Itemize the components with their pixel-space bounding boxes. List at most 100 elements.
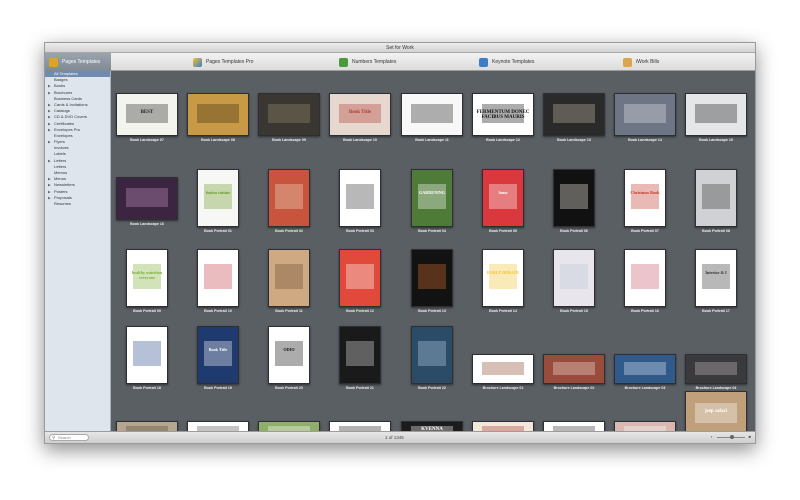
thumbnail-label: Brochure Landscape 03 (624, 386, 666, 390)
tab-numbers-templates[interactable]: Numbers Templates (339, 53, 396, 71)
template-thumbnail[interactable]: jeep safari (685, 391, 747, 433)
thumbnail-accent (482, 362, 524, 375)
thumbnail-preview (269, 250, 309, 306)
zoom-out-icon[interactable]: ▪ (711, 434, 712, 439)
template-thumbnail[interactable] (553, 249, 595, 307)
thumbnail-label: Book Portrait 05 (489, 229, 517, 233)
template-thumbnail[interactable] (268, 169, 310, 227)
thumbnail-preview: Christmas Book (625, 170, 665, 226)
app-window: Set for Work Pages Templates Pages Templ… (44, 42, 756, 444)
template-thumbnail[interactable] (268, 249, 310, 307)
template-thumbnail[interactable] (197, 249, 239, 307)
template-thumbnail[interactable] (401, 93, 463, 136)
search-icon: ⚲ (52, 435, 56, 440)
template-thumbnail[interactable]: EARLY DEBATE (482, 249, 524, 307)
thumbnail-label: Book Portrait 13 (418, 309, 446, 313)
template-thumbnail[interactable] (472, 354, 534, 384)
cover-text: ODIO (283, 347, 295, 353)
template-thumbnail[interactable] (339, 326, 381, 384)
template-thumbnail[interactable]: BEST (116, 93, 178, 136)
template-thumbnail[interactable]: GARDENING (411, 169, 453, 227)
thumbnail-preview (554, 170, 594, 226)
thumbnail-accent (624, 362, 666, 375)
zoom-slider[interactable]: ▪ ■ (711, 434, 751, 440)
thumbnail-label: Book Portrait 22 (418, 386, 446, 390)
template-thumbnail[interactable] (614, 354, 676, 384)
thumbnail-preview (544, 355, 604, 383)
thumbnail-accent (133, 341, 161, 367)
thumbnail-accent (411, 104, 453, 123)
thumbnail-preview (473, 355, 533, 383)
template-thumbnail[interactable] (116, 177, 178, 220)
template-thumbnail[interactable] (614, 93, 676, 136)
template-thumbnail[interactable] (339, 249, 381, 307)
cover-text: BEST (140, 109, 154, 115)
cover-text: healthy nutrition everyone (131, 270, 163, 280)
template-thumbnail[interactable] (543, 354, 605, 384)
sidebar-item-label: Labels (54, 151, 66, 157)
sidebar-item[interactable]: Resumes (45, 201, 110, 207)
cover-text: Interior & I (705, 270, 727, 276)
thumbnail-accent (275, 341, 303, 367)
thumbnail-label: Book Landscape 13 (557, 138, 591, 142)
template-thumbnail[interactable]: FERMENTUM DONEC FACIBUS MAURIS (472, 93, 534, 136)
sidebar-item-label: Resumes (54, 200, 71, 206)
template-thumbnail[interactable]: Interior & I (695, 249, 737, 307)
template-thumbnail[interactable] (553, 169, 595, 227)
template-thumbnail[interactable] (126, 326, 168, 384)
cover-text: Christmas Book (630, 190, 660, 196)
tab-pages-templates[interactable]: Pages Templates (45, 53, 111, 71)
thumbnail-accent (346, 264, 374, 290)
template-thumbnail[interactable] (339, 169, 381, 227)
template-thumbnail[interactable] (258, 93, 320, 136)
template-thumbnail[interactable]: ODIO (268, 326, 310, 384)
template-thumbnail[interactable] (695, 169, 737, 227)
tab-keynote-templates[interactable]: Keynote Templates (479, 53, 534, 71)
thumbnail-accent (275, 184, 303, 210)
template-thumbnail[interactable] (411, 326, 453, 384)
thumbnail-preview: fusion cuisine (198, 170, 238, 226)
thumbnail-preview: BEST (117, 94, 177, 135)
template-thumbnail[interactable] (411, 249, 453, 307)
template-thumbnail[interactable]: fusion cuisine (197, 169, 239, 227)
thumbnail-accent (346, 341, 374, 367)
zoom-knob[interactable] (730, 435, 735, 439)
thumbnail-accent (268, 104, 310, 123)
search-input[interactable]: ⚲ Search (49, 434, 89, 441)
thumbnail-preview (544, 94, 604, 135)
template-thumbnail[interactable] (187, 93, 249, 136)
template-thumbnail[interactable]: Book Title (197, 326, 239, 384)
thumbnail-accent (418, 184, 446, 210)
sidebar-item-label: Memos (54, 170, 68, 175)
template-thumbnail[interactable] (624, 249, 666, 307)
template-thumbnail[interactable] (685, 354, 747, 384)
thumbnail-label: Book Portrait 18 (133, 386, 161, 390)
thumbnail-preview: jeep safari (686, 392, 746, 433)
tab-label: Pages Templates Pro (206, 59, 254, 65)
tab-label: Numbers Templates (352, 59, 397, 65)
thumbnail-preview (402, 94, 462, 135)
template-thumbnail[interactable]: Christmas Book (624, 169, 666, 227)
thumbnail-accent (702, 264, 730, 290)
thumbnail-preview: Book Title (198, 327, 238, 383)
template-thumbnail[interactable] (685, 93, 747, 136)
sidebar-item-label: Menus (54, 176, 67, 182)
thumbnail-accent (631, 264, 659, 290)
thumbnail-preview: GARDENING (412, 170, 452, 226)
thumbnail-label: Book Portrait 08 (702, 229, 730, 233)
tab-iwork-bills[interactable]: iWork Bills (623, 53, 659, 71)
tab-pages-templates-pro[interactable]: Pages Templates Pro (193, 53, 253, 71)
template-thumbnail[interactable]: healthy nutrition everyone (126, 249, 168, 307)
thumbnail-preview (127, 327, 167, 383)
template-thumbnail[interactable]: lomo (482, 169, 524, 227)
thumbnail-label: Book Portrait 09 (133, 309, 161, 313)
template-thumbnail[interactable]: Book Title (329, 93, 391, 136)
thumbnail-preview: EARLY DEBATE (483, 250, 523, 306)
template-thumbnail[interactable] (543, 93, 605, 136)
thumbnail-preview (615, 355, 675, 383)
thumbnail-preview (259, 94, 319, 135)
thumbnail-accent (204, 184, 232, 210)
thumbnail-preview (554, 250, 594, 306)
zoom-in-icon[interactable]: ■ (749, 434, 751, 439)
thumbnail-accent (631, 184, 659, 210)
